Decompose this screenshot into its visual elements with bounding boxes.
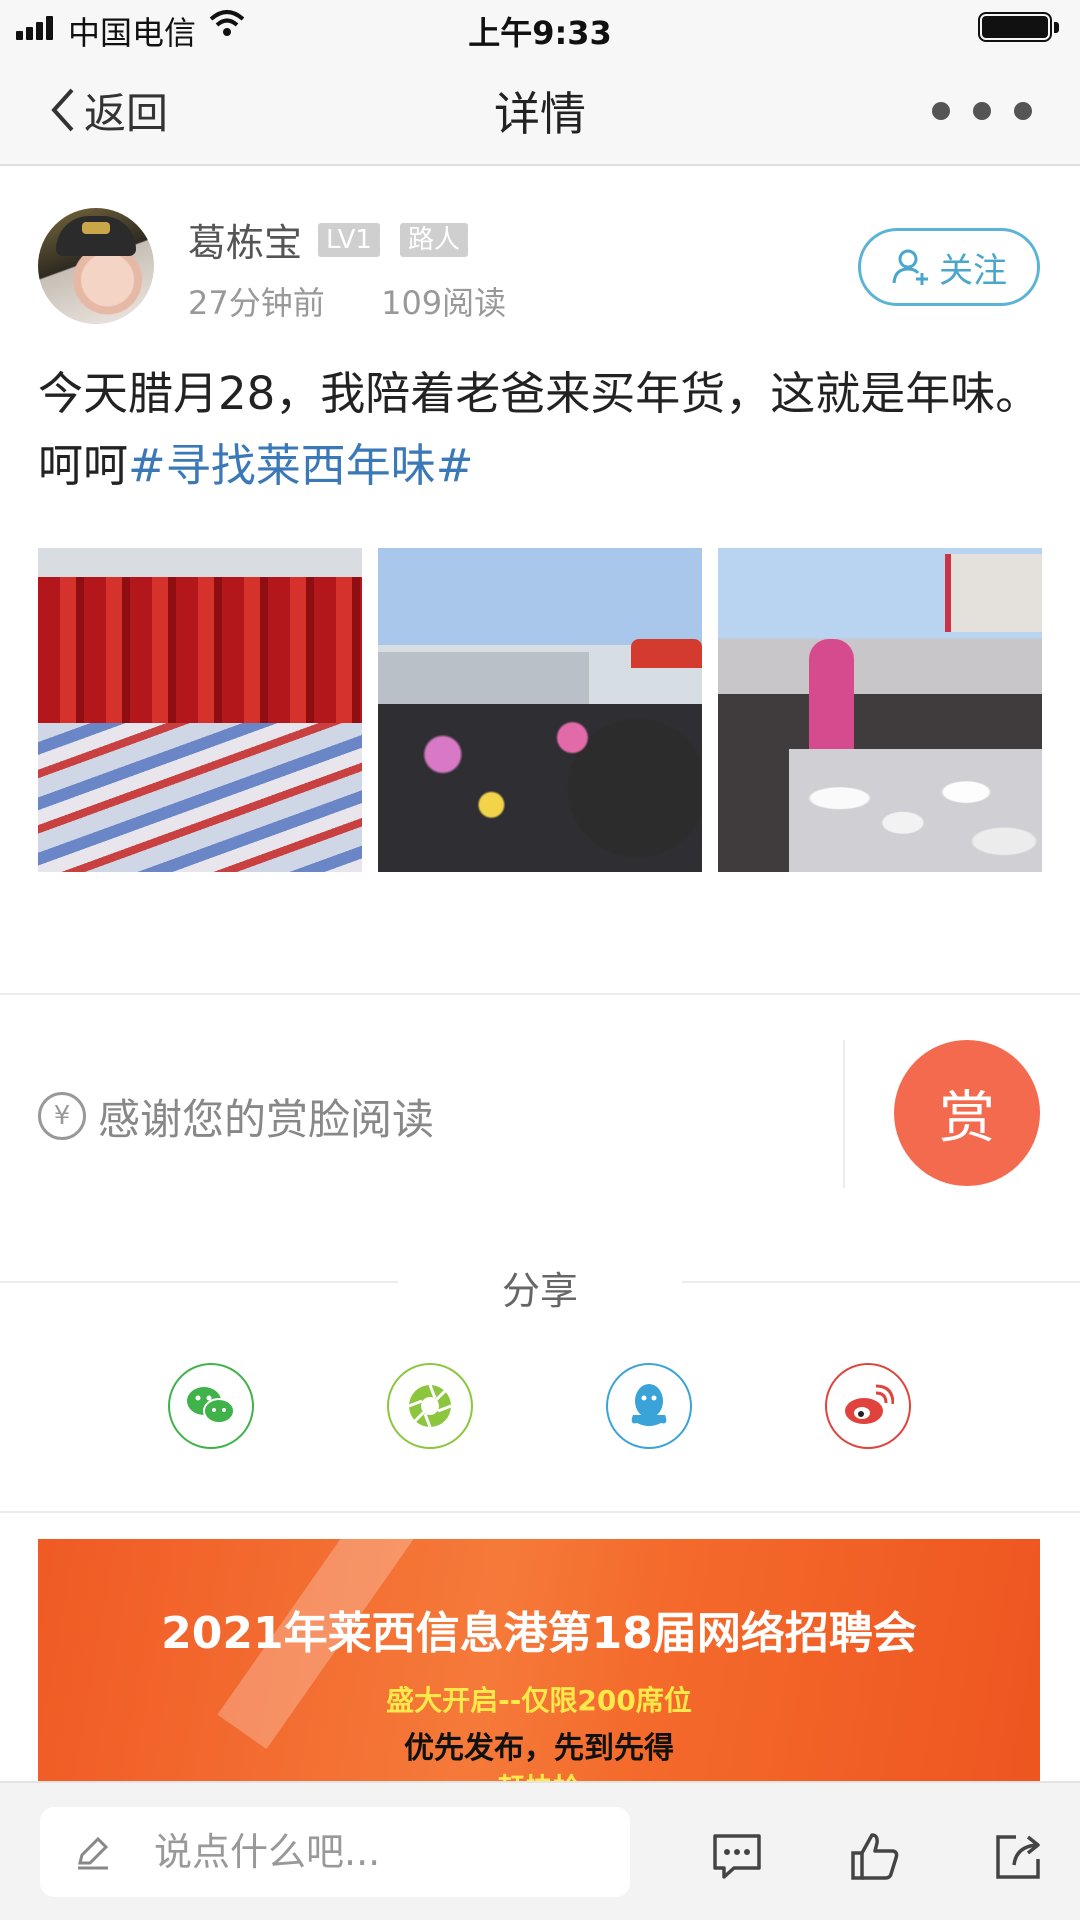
share-title: 分享 [501,1269,578,1313]
battery-icon [978,12,1062,44]
reward-button[interactable]: 赏 [894,1040,1040,1186]
share-wechat-icon[interactable] [168,1363,254,1449]
rank-badge: 路人 [400,223,469,257]
add-user-icon [892,249,928,285]
banner-line-1: 盛大开启--仅限200席位 [386,1684,692,1717]
recruitment-banner[interactable]: 2021年莱西信息港第18届网络招聘会 盛大开启--仅限200席位 优先发布，先… [38,1539,1040,1781]
follow-label: 关注 [939,250,1007,291]
banner-line-3: 赶快抢 [38,1767,1040,1781]
share-weibo-icon[interactable] [825,1363,911,1449]
banner-line-2: 优先发布，先到先得 [404,1731,674,1766]
pen-icon [78,1836,109,1870]
post-content: 今天腊月28，我陪着老爸来买年货，这就是年味。呵呵#寻找莱西年味# [38,358,1048,502]
post-image-bowls[interactable] [718,548,1042,872]
bottom-bar [0,1781,1080,1920]
share-moments-icon[interactable] [387,1363,473,1449]
page-title: 详情 [494,87,586,141]
yen-icon: ¥ [38,1092,86,1140]
nav-bar: 返回 详情 [0,56,1080,166]
status-bar: 中国电信 上午9:33 [0,0,1080,56]
post-image-couplets[interactable] [38,548,362,872]
follow-button[interactable]: 关注 [858,228,1040,306]
read-count: 109阅读 [381,284,507,322]
divider [0,993,1080,995]
banner-headline: 2021年莱西信息港第18届网络招聘会 [161,1608,917,1659]
hashtag-link[interactable]: #寻找莱西年味# [128,439,473,492]
divider [0,1511,1080,1513]
status-time: 上午9:33 [468,14,612,52]
avatar[interactable] [38,208,154,324]
comment-box[interactable] [40,1807,630,1897]
post-time: 27分钟前 [188,284,325,322]
divider [843,1040,845,1188]
comment-input[interactable] [152,1829,586,1875]
more-options-icon[interactable] [932,94,1032,128]
level-badge: LV1 [318,223,380,257]
post-image-market-crowd[interactable] [378,548,702,872]
share-qq-icon[interactable] [606,1363,692,1449]
author-name[interactable]: 葛栋宝 [188,212,302,267]
reward-thanks-text: 感谢您的赏脸阅读 [98,1094,435,1144]
reward-thanks: ¥ 感谢您的赏脸阅读 [38,1088,434,1144]
post-meta: 27分钟前 109阅读 [188,278,506,324]
like-icon[interactable] [848,1829,902,1883]
comment-icon[interactable] [710,1829,764,1883]
share-icon[interactable] [992,1829,1046,1883]
